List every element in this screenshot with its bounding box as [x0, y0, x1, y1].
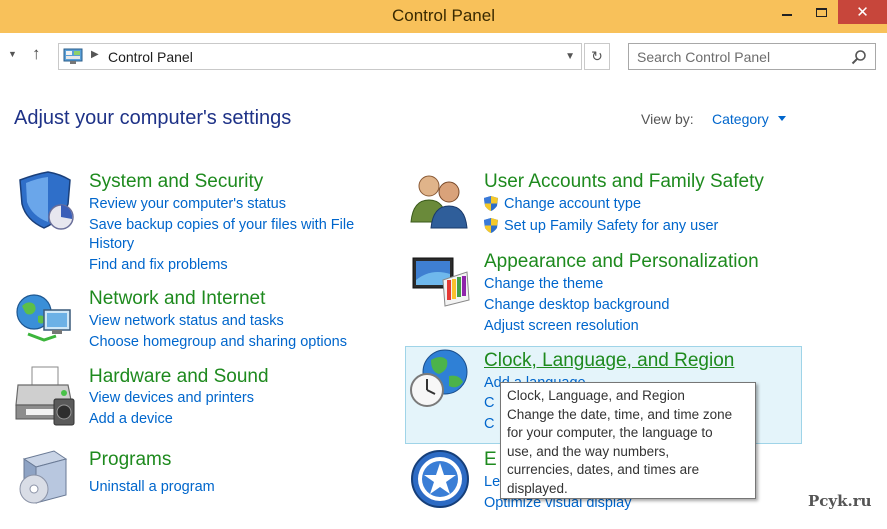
- tooltip-line: Clock, Language, and Region: [507, 388, 685, 403]
- title-bar: Control Panel ✕: [0, 0, 887, 33]
- clock-globe-icon[interactable]: [409, 348, 471, 410]
- uac-shield-icon: [484, 196, 498, 211]
- maximize-button[interactable]: [804, 0, 838, 24]
- link-change-theme[interactable]: Change the theme: [484, 276, 603, 292]
- close-icon: ✕: [856, 4, 869, 21]
- ease-of-access-icon[interactable]: [409, 448, 471, 510]
- printer-icon[interactable]: [14, 365, 76, 427]
- link-screen-resolution[interactable]: Adjust screen resolution: [484, 318, 639, 334]
- search-icon[interactable]: [851, 49, 867, 65]
- uac-shield-icon: [484, 218, 498, 233]
- page-title: Adjust your computer's settings: [14, 107, 292, 129]
- view-by-label: View by:: [641, 111, 694, 127]
- link-file-history-cont[interactable]: History: [89, 236, 134, 252]
- tooltip-clock-language-region: Clock, Language, and Region Change the d…: [500, 382, 756, 499]
- view-by-caret-icon[interactable]: [778, 116, 786, 121]
- refresh-icon: ↻: [591, 48, 603, 64]
- link-change-account-type[interactable]: Change account type: [504, 196, 641, 212]
- link-homegroup[interactable]: Choose homegroup and sharing options: [89, 334, 347, 350]
- address-toolbar: ▼ ↑ ▶ Control Panel ▼ ↻: [0, 33, 887, 81]
- link-review-status[interactable]: Review your computer's status: [89, 196, 286, 212]
- up-arrow-icon[interactable]: ↑: [32, 44, 41, 64]
- category-programs[interactable]: Programs: [89, 449, 171, 471]
- tooltip-line: currencies, dates, and times are: [507, 462, 700, 477]
- category-appearance[interactable]: Appearance and Personalization: [484, 251, 759, 273]
- tooltip-line: Change the date, time, and time zone: [507, 406, 733, 422]
- category-user-accounts[interactable]: User Accounts and Family Safety: [484, 171, 764, 193]
- link-desktop-background[interactable]: Change desktop background: [484, 297, 669, 313]
- link-devices-printers[interactable]: View devices and printers: [89, 390, 254, 406]
- search-box[interactable]: [628, 43, 876, 70]
- address-bar[interactable]: ▶ Control Panel ▼: [58, 43, 582, 70]
- programs-box-icon[interactable]: [14, 445, 76, 507]
- breadcrumb-chevron-icon[interactable]: ▶: [91, 49, 99, 60]
- breadcrumb-control-panel[interactable]: Control Panel: [108, 49, 193, 65]
- watermark-logo: Pcyk.ru: [808, 492, 872, 510]
- link-uninstall-program[interactable]: Uninstall a program: [89, 479, 215, 495]
- close-button[interactable]: ✕: [838, 0, 887, 24]
- link-add-device[interactable]: Add a device: [89, 411, 173, 427]
- view-by-dropdown[interactable]: Category: [712, 111, 769, 127]
- link-file-history[interactable]: Save backup copies of your files with Fi…: [89, 217, 354, 233]
- link-find-fix-problems[interactable]: Find and fix problems: [89, 257, 228, 273]
- category-system-and-security[interactable]: System and Security: [89, 171, 263, 193]
- link-family-safety[interactable]: Set up Family Safety for any user: [504, 218, 718, 234]
- link-clock-2[interactable]: C: [484, 395, 494, 411]
- tooltip-line: displayed.: [507, 480, 568, 496]
- link-ease-1[interactable]: Le: [484, 474, 500, 490]
- minimize-button[interactable]: [770, 0, 804, 24]
- category-ease-of-access[interactable]: E: [484, 449, 497, 471]
- address-dropdown-icon[interactable]: ▼: [565, 51, 575, 62]
- window-title: Control Panel: [391, 6, 495, 25]
- recent-locations-icon[interactable]: ▼: [8, 49, 17, 59]
- shield-chart-icon[interactable]: [14, 170, 76, 232]
- category-clock-language-region[interactable]: Clock, Language, and Region: [484, 350, 734, 372]
- maximize-icon: [815, 7, 827, 17]
- tooltip-line: use, and the way numbers,: [507, 443, 670, 459]
- minimize-icon: [782, 14, 792, 16]
- control-panel-icon: [63, 48, 83, 64]
- monitor-palette-icon[interactable]: [409, 250, 471, 312]
- refresh-button[interactable]: ↻: [584, 43, 610, 70]
- tooltip-line: for your computer, the language to: [507, 425, 713, 440]
- users-icon[interactable]: [409, 170, 471, 232]
- category-hardware-and-sound[interactable]: Hardware and Sound: [89, 366, 269, 388]
- link-network-status[interactable]: View network status and tasks: [89, 313, 284, 329]
- search-input[interactable]: [629, 44, 849, 69]
- category-network-and-internet[interactable]: Network and Internet: [89, 288, 265, 310]
- link-clock-3[interactable]: C: [484, 416, 494, 432]
- globe-network-icon[interactable]: [14, 288, 76, 350]
